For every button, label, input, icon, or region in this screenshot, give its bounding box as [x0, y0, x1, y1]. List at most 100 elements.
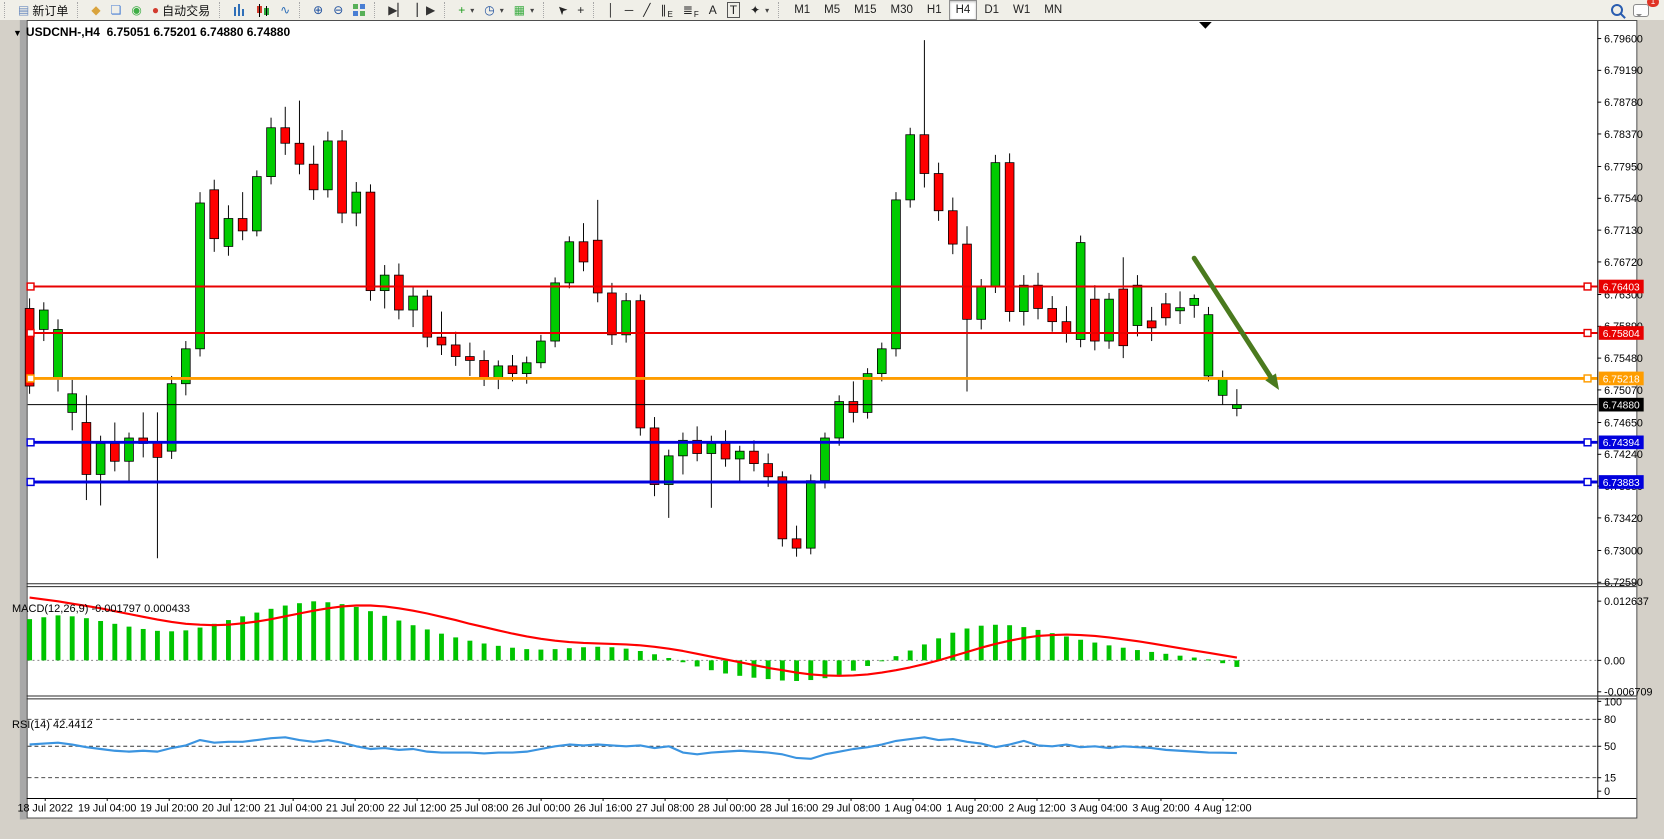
macd-bar: [325, 602, 330, 660]
macd-bar: [283, 606, 288, 661]
zoom-out-icon: ⊖: [333, 3, 343, 17]
price-tick-label: 6.74240: [1604, 449, 1643, 461]
chart-canvas: 6.796006.791906.787806.783706.779506.775…: [0, 20, 1664, 839]
channel-button[interactable]: ∥E: [655, 0, 677, 21]
new-order-button[interactable]: ▤新订单: [13, 0, 73, 21]
auto-trading-button[interactable]: ●自动交易: [147, 0, 215, 21]
macd-bar: [1135, 650, 1140, 660]
macd-bar: [1206, 659, 1211, 660]
timeframe-m5-button[interactable]: M5: [817, 0, 847, 20]
chevron-down-icon: ▾: [765, 6, 769, 15]
macd-bar: [183, 630, 188, 660]
candle-body: [68, 394, 77, 413]
zoom-in-button[interactable]: ⊕: [308, 0, 328, 21]
candle-body: [1147, 321, 1156, 328]
line-handle[interactable]: [27, 439, 34, 446]
cursor-button[interactable]: ➤: [552, 0, 572, 21]
notifications-button[interactable]: 1: [1628, 0, 1654, 21]
line-handle[interactable]: [1584, 330, 1591, 337]
macd-bar: [453, 637, 458, 660]
signals-button[interactable]: ◉: [126, 0, 146, 21]
macd-bar: [567, 648, 572, 660]
vertical-line-button[interactable]: │: [602, 0, 620, 21]
macd-bar: [851, 660, 856, 670]
macd-bar: [1050, 633, 1055, 660]
search-icon: [1611, 4, 1623, 16]
toolbar-separator: [219, 2, 225, 18]
candle-body: [821, 438, 830, 481]
timeframe-h4-button[interactable]: H4: [949, 0, 978, 20]
trendline-button[interactable]: ╱: [638, 0, 655, 21]
indicators-button[interactable]: +▾: [453, 0, 479, 21]
fibonacci-button[interactable]: ≣F: [678, 0, 704, 21]
periods-button[interactable]: ◷▾: [479, 0, 509, 21]
line-handle[interactable]: [1584, 375, 1591, 382]
macd-bar: [155, 631, 160, 661]
line-handle[interactable]: [27, 330, 34, 337]
rsi-tick-label: 15: [1604, 773, 1616, 785]
toolbar-separator: [299, 2, 305, 18]
macd-bar: [1107, 645, 1112, 660]
timeframe-d1-button[interactable]: D1: [977, 0, 1006, 20]
line-handle[interactable]: [1584, 439, 1591, 446]
templates-button[interactable]: ▦▾: [509, 0, 539, 21]
line-handle[interactable]: [1584, 283, 1591, 290]
macd-bar: [1121, 648, 1126, 661]
auto-scroll-button[interactable]: ▶▏: [383, 0, 411, 21]
time-tick-label: 1 Aug 20:00: [946, 803, 1003, 815]
macd-bar: [680, 660, 685, 662]
time-tick-label: 26 Jul 00:00: [512, 803, 570, 815]
chart-shift-button[interactable]: ▏▶: [412, 0, 440, 21]
profiles-button[interactable]: ❏: [106, 0, 127, 21]
macd-bar: [752, 660, 757, 677]
time-tick-label: 28 Jul 00:00: [698, 803, 756, 815]
price-tick-label: 6.78370: [1604, 129, 1643, 141]
candle-body: [267, 128, 276, 177]
price-tick-label: 6.72590: [1604, 577, 1643, 589]
line-handle[interactable]: [27, 283, 34, 290]
candle-body: [991, 163, 1000, 287]
line-handle[interactable]: [27, 375, 34, 382]
timeframe-mn-button[interactable]: MN: [1037, 0, 1069, 20]
macd-bar: [1092, 643, 1097, 661]
search-button[interactable]: [1606, 0, 1628, 21]
candle-body: [394, 275, 403, 310]
bar-chart-button[interactable]: [228, 0, 251, 21]
macd-bar: [595, 647, 600, 661]
candle-body: [196, 203, 205, 349]
timeframe-m1-button[interactable]: M1: [787, 0, 817, 20]
tile-windows-button[interactable]: [348, 0, 370, 21]
line-chart-button[interactable]: ∿: [275, 0, 295, 21]
timeframe-m30-button[interactable]: M30: [884, 0, 920, 20]
text-label-button[interactable]: T: [722, 0, 745, 21]
macd-bar: [368, 611, 373, 660]
macd-bar: [609, 647, 614, 660]
window-copy-icon: ❏: [111, 3, 122, 17]
window-left-edge: [20, 20, 27, 819]
candle-body: [1019, 285, 1028, 311]
macd-bar: [1064, 636, 1069, 660]
macd-bar: [1163, 654, 1168, 661]
collapse-icon[interactable]: ▼: [13, 28, 22, 38]
new-chart-button[interactable]: ◆: [86, 0, 105, 21]
toolbar: ▤新订单◆❏◉●自动交易∿⊕⊖▶▏▏▶+▾◷▾▦▾➤+│─╱∥E≣FAT✦▾M1…: [0, 0, 1664, 20]
line-handle[interactable]: [27, 479, 34, 486]
macd-bar: [411, 625, 416, 660]
crosshair-button[interactable]: +: [572, 0, 589, 21]
candlestick-chart-button[interactable]: [251, 0, 275, 21]
candle-body: [323, 141, 332, 190]
zoom-out-button[interactable]: ⊖: [328, 0, 348, 21]
time-tick-label: 3 Aug 04:00: [1070, 803, 1127, 815]
add-indicator-icon: +: [458, 3, 465, 17]
arrows-button[interactable]: ✦▾: [745, 0, 774, 21]
macd-bar: [1178, 656, 1183, 661]
text-button[interactable]: A: [704, 0, 722, 21]
horizontal-line-button[interactable]: ─: [620, 0, 639, 21]
line-handle[interactable]: [1584, 479, 1591, 486]
candle-body: [1176, 308, 1185, 311]
rsi-label: RSI(14) 42.4412: [12, 719, 93, 731]
timeframe-h1-button[interactable]: H1: [920, 0, 949, 20]
timeframe-m15-button[interactable]: M15: [847, 0, 883, 20]
chat-bubble-icon: [1633, 4, 1649, 17]
timeframe-w1-button[interactable]: W1: [1006, 0, 1037, 20]
